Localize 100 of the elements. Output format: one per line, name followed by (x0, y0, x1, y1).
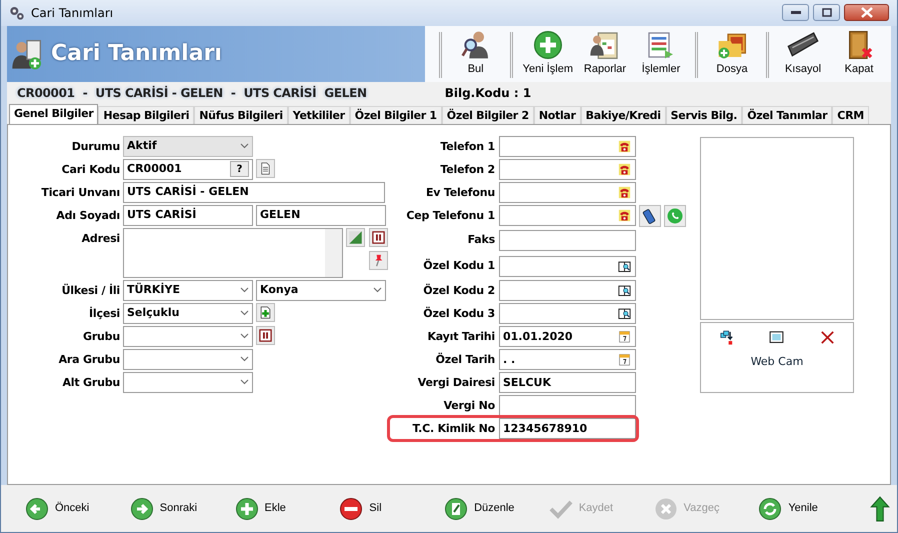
field-label: T.C. Kimlik No (412, 420, 495, 437)
calendar-icon[interactable] (617, 352, 632, 368)
field-label: Cep Telefonu 1 (405, 208, 495, 224)
text-field[interactable] (499, 303, 636, 324)
tab[interactable]: Hesap Bilgileri (98, 106, 194, 124)
icon-button[interactable] (369, 228, 388, 247)
pause-icon (371, 230, 386, 245)
text-field[interactable]: GELEN (256, 204, 386, 226)
add-document-icon (258, 304, 273, 320)
text-field[interactable] (499, 182, 636, 204)
text-field[interactable]: UTS CARİSİ - GELEN (123, 182, 385, 203)
tab[interactable]: Bakiye/Kredi (580, 106, 666, 124)
toolbar-button[interactable]: İşlemler (633, 28, 689, 82)
maximize-button[interactable] (813, 4, 840, 22)
tab[interactable]: Özel Bilgiler 2 (442, 106, 534, 124)
maximize-icon (822, 8, 832, 18)
text-field[interactable]: 12345678910 (499, 418, 636, 440)
icon-button[interactable] (639, 204, 661, 227)
help-button[interactable]: ? (230, 161, 249, 178)
x-icon (654, 496, 678, 521)
tab[interactable]: Yetkililer (288, 106, 350, 124)
field-label: Ev Telefonu (424, 184, 495, 201)
field-label: Telefon 1 (439, 138, 495, 155)
text-field[interactable] (499, 159, 636, 180)
toolbar-button[interactable]: Bul (448, 28, 504, 82)
calendar-icon[interactable] (617, 329, 632, 344)
close-button[interactable] (844, 4, 889, 22)
tab[interactable]: Servis Bilg. (666, 106, 742, 124)
text-field[interactable]: SELCUK (499, 372, 636, 394)
telephone-icon[interactable] (617, 208, 632, 224)
telephone-icon[interactable] (617, 139, 632, 154)
nav-button[interactable]: Sonraki (130, 496, 235, 521)
text-field[interactable] (499, 205, 636, 226)
text-area[interactable] (123, 228, 343, 278)
text-field[interactable]: CR00001 ? (123, 158, 253, 180)
text-field[interactable] (499, 136, 636, 158)
dropdown[interactable]: TÜRKİYE (123, 280, 253, 301)
dropdown[interactable] (123, 372, 253, 393)
minimize-button[interactable] (782, 4, 809, 22)
record-text: - (82, 84, 88, 102)
field-label: Cari Kodu (60, 162, 120, 178)
tab[interactable]: Genel Bilgiler (9, 104, 98, 124)
book-search-icon[interactable] (617, 306, 632, 322)
field-label: Adresi (80, 230, 120, 247)
icon-button[interactable] (256, 326, 275, 345)
screen-icon[interactable] (768, 328, 786, 346)
dropdown[interactable]: Konya (256, 280, 386, 301)
tab[interactable]: CRM (832, 106, 869, 124)
tab[interactable]: Özel Tanımlar (742, 106, 832, 124)
toolbar-button[interactable]: Raporlar (577, 28, 633, 82)
tab[interactable]: Özel Bilgiler 1 (350, 106, 442, 124)
minus-icon (339, 496, 364, 521)
gears-icon (9, 4, 25, 21)
field-label: Özel Kodu 3 (422, 306, 495, 322)
nav-button[interactable]: Ekle (234, 496, 340, 521)
toolbar-button[interactable]: Kısayol (775, 28, 831, 82)
transfer-icon[interactable] (718, 328, 735, 346)
telephone-icon[interactable] (617, 185, 632, 200)
field-label: Ticari Unvanı (40, 184, 120, 201)
field-label: Ara Grubu (58, 352, 120, 368)
toolbar-button[interactable]: Yeni İşlem (518, 28, 577, 82)
book-search-icon[interactable] (617, 258, 632, 274)
telephone-icon[interactable] (617, 162, 632, 178)
close-icon[interactable] (819, 328, 836, 346)
nav-button[interactable]: Düzenle (444, 496, 549, 521)
text-field[interactable] (499, 256, 636, 277)
field-label: Vergi Dairesi (416, 374, 495, 391)
toolbar-button[interactable]: Kapat (831, 28, 887, 82)
caret-icon (240, 379, 249, 386)
nav-button[interactable]: Sil (339, 496, 444, 521)
nav-button[interactable]: Yenile (758, 496, 864, 521)
caret-icon (240, 310, 249, 316)
nav-button[interactable]: Önceki (25, 496, 130, 521)
header-title: Cari Tanımları (51, 40, 222, 68)
text-field[interactable] (499, 230, 636, 251)
text-field[interactable]: . . (499, 349, 636, 370)
text-field[interactable] (499, 395, 636, 416)
caret-icon (240, 143, 249, 150)
text-field[interactable]: 01.01.2020 (499, 326, 636, 348)
caption: Web Cam (750, 354, 804, 370)
dropdown[interactable]: Aktif (123, 136, 253, 157)
tab[interactable]: Nüfus Bilgileri (194, 106, 288, 124)
map-icon (348, 230, 363, 245)
close-icon (860, 7, 872, 18)
caret-icon (373, 287, 382, 294)
field-label: Kayıt Tarihi (426, 328, 495, 345)
tab[interactable]: Notlar (534, 106, 581, 124)
book-search-icon[interactable] (617, 283, 632, 298)
field-label: Ülkesi / İli (60, 282, 120, 299)
record-text: GELEN (324, 84, 367, 102)
chat-phone-icon (666, 206, 684, 225)
record-text: - (230, 84, 236, 102)
record-info: Bilg.Kodu : 1 (444, 84, 532, 102)
icon-button[interactable] (256, 302, 275, 322)
icon-button[interactable] (256, 158, 275, 178)
text-field[interactable] (499, 280, 636, 302)
text-field[interactable]: UTS CARİSİ (123, 204, 253, 226)
toolbar-button[interactable]: Dosya (704, 28, 760, 82)
field-label: Adı Soyadı (55, 208, 120, 224)
dropdown[interactable]: Selçuklu (123, 302, 253, 324)
